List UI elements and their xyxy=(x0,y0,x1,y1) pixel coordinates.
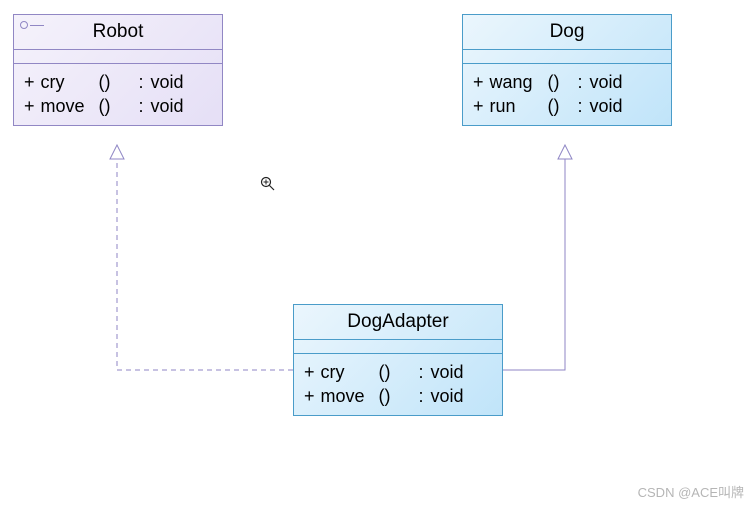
watermark-text: CSDN @ACE叫牌 xyxy=(638,482,744,501)
visibility: + xyxy=(24,94,41,118)
method-params: () xyxy=(379,384,419,408)
return-type: void xyxy=(151,94,184,118)
method-params: () xyxy=(99,94,139,118)
magnifier-icon xyxy=(260,176,276,197)
colon: : xyxy=(578,70,590,94)
class-title: DogAdapter xyxy=(294,305,502,340)
method-row: + wang () : void xyxy=(473,70,661,94)
methods-compartment: + wang () : void + run () : void xyxy=(463,64,671,125)
return-type: void xyxy=(590,94,623,118)
method-name: move xyxy=(321,384,379,408)
colon: : xyxy=(139,70,151,94)
method-row: + move () : void xyxy=(24,94,212,118)
attributes-compartment xyxy=(14,50,222,64)
method-row: + move () : void xyxy=(304,384,492,408)
return-type: void xyxy=(590,70,623,94)
interface-icon-stick xyxy=(30,25,44,26)
method-name: wang xyxy=(490,70,548,94)
attributes-compartment xyxy=(463,50,671,64)
method-name: run xyxy=(490,94,548,118)
return-type: void xyxy=(151,70,184,94)
uml-class-robot: Robot + cry () : void + move () : void xyxy=(13,14,223,126)
method-name: cry xyxy=(41,70,99,94)
method-row: + cry () : void xyxy=(304,360,492,384)
method-name: move xyxy=(41,94,99,118)
method-params: () xyxy=(379,360,419,384)
method-params: () xyxy=(99,70,139,94)
visibility: + xyxy=(473,94,490,118)
return-type: void xyxy=(431,360,464,384)
colon: : xyxy=(139,94,151,118)
visibility: + xyxy=(304,384,321,408)
methods-compartment: + cry () : void + move () : void xyxy=(14,64,222,125)
visibility: + xyxy=(304,360,321,384)
method-row: + run () : void xyxy=(473,94,661,118)
methods-compartment: + cry () : void + move () : void xyxy=(294,354,502,415)
visibility: + xyxy=(473,70,490,94)
interface-icon xyxy=(20,21,28,29)
class-title: Robot xyxy=(14,15,222,50)
uml-class-dogadapter: DogAdapter + cry () : void + move () : v… xyxy=(293,304,503,416)
method-row: + cry () : void xyxy=(24,70,212,94)
method-params: () xyxy=(548,94,578,118)
method-name: cry xyxy=(321,360,379,384)
colon: : xyxy=(419,384,431,408)
visibility: + xyxy=(24,70,41,94)
method-params: () xyxy=(548,70,578,94)
colon: : xyxy=(578,94,590,118)
return-type: void xyxy=(431,384,464,408)
class-title: Dog xyxy=(463,15,671,50)
attributes-compartment xyxy=(294,340,502,354)
uml-class-dog: Dog + wang () : void + run () : void xyxy=(462,14,672,126)
colon: : xyxy=(419,360,431,384)
